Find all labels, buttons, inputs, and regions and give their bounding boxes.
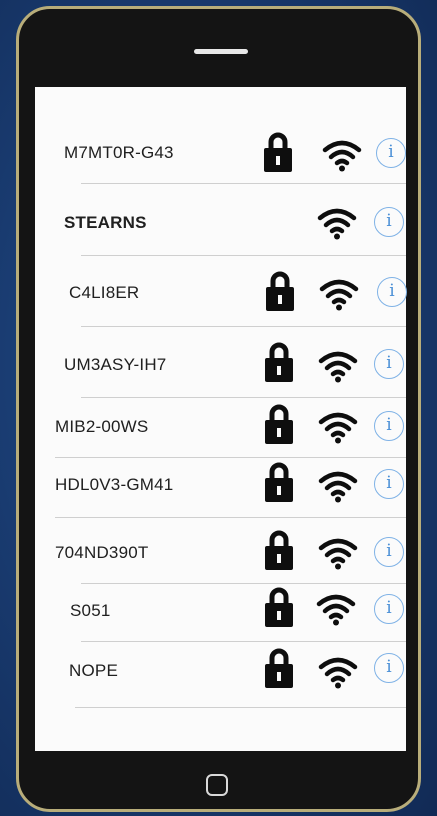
info-icon[interactable]: i [374, 653, 404, 683]
network-name: M7MT0R-G43 [64, 143, 174, 162]
wifi-signal-icon [318, 351, 358, 383]
home-button[interactable] [206, 774, 228, 796]
network-row[interactable]: M7MT0R-G43 i [35, 123, 406, 183]
network-name: UM3ASY-IH7 [64, 355, 167, 374]
network-name: STEARNS [64, 213, 147, 232]
network-name: 704ND390T [55, 543, 149, 562]
wifi-signal-icon [319, 279, 359, 311]
wifi-signal-icon [318, 657, 358, 689]
info-icon[interactable]: i [374, 349, 404, 379]
row-divider [75, 707, 406, 708]
network-name: C4LI8ER [69, 283, 140, 302]
row-divider [81, 255, 406, 256]
phone-frame: M7MT0R-G43 i STEARNS i C4LI8ER i UM3ASY-… [16, 6, 421, 812]
info-icon[interactable]: i [374, 207, 404, 237]
info-icon[interactable]: i [374, 594, 404, 624]
network-row[interactable]: NOPE i [35, 641, 406, 701]
network-row[interactable]: HDL0V3-GM41 i [35, 455, 406, 515]
network-row[interactable]: 704ND390T i [35, 523, 406, 583]
info-icon[interactable]: i [377, 277, 407, 307]
network-row[interactable]: S051 i [35, 581, 406, 641]
row-divider [55, 517, 406, 518]
row-divider [81, 326, 406, 327]
phone-speaker [194, 49, 248, 54]
wifi-signal-icon [322, 140, 362, 172]
lock-icon [265, 342, 293, 382]
network-row[interactable]: STEARNS i [35, 193, 406, 253]
network-name: HDL0V3-GM41 [55, 475, 174, 494]
network-row[interactable]: MIB2-00WS i [35, 397, 406, 457]
wifi-signal-icon [318, 471, 358, 503]
wifi-network-list: M7MT0R-G43 i STEARNS i C4LI8ER i UM3ASY-… [35, 87, 407, 751]
wifi-signal-icon [318, 412, 358, 444]
network-name: MIB2-00WS [55, 417, 149, 436]
network-row[interactable]: C4LI8ER i [35, 263, 407, 323]
info-icon[interactable]: i [376, 138, 406, 168]
lock-icon [264, 132, 292, 172]
wifi-signal-icon [317, 208, 357, 240]
info-icon[interactable]: i [374, 537, 404, 567]
lock-icon [266, 271, 294, 311]
wifi-signal-icon [316, 594, 356, 626]
network-name: NOPE [69, 661, 118, 680]
lock-icon [265, 587, 293, 627]
lock-icon [265, 404, 293, 444]
info-icon[interactable]: i [374, 469, 404, 499]
row-divider [81, 183, 406, 184]
lock-icon [265, 530, 293, 570]
lock-icon [265, 648, 293, 688]
info-icon[interactable]: i [374, 411, 404, 441]
network-row[interactable]: UM3ASY-IH7 i [35, 335, 406, 395]
lock-icon [265, 462, 293, 502]
wifi-signal-icon [318, 538, 358, 570]
network-name: S051 [70, 601, 111, 620]
